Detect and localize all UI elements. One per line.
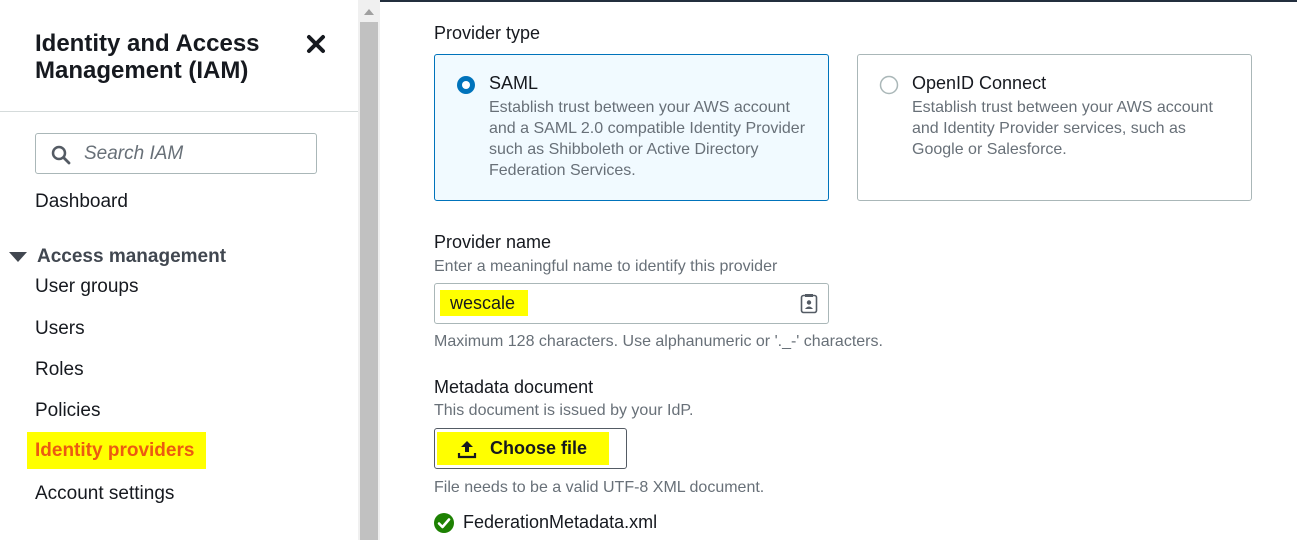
provider-name-value: wescale (450, 293, 516, 313)
provider-name-input[interactable]: wescale (434, 283, 829, 324)
uploaded-file: FederationMetadata.xml (434, 512, 657, 533)
contact-card-icon[interactable] (800, 294, 818, 314)
access-management-section-toggle[interactable]: Access management (8, 246, 226, 268)
metadata-description: This document is issued by your IdP. (434, 402, 694, 419)
section-label: Access management (37, 246, 227, 267)
radio-card-openid-connect[interactable]: OpenID Connect Establish trust between y… (857, 54, 1252, 201)
sidebar-item-policies[interactable]: Policies (35, 400, 100, 422)
provider-name-label: Provider name (434, 232, 552, 252)
upload-icon (457, 441, 477, 459)
provider-name-constraint: Maximum 128 characters. Use alphanumeric… (434, 333, 883, 350)
check-circle-icon (434, 512, 454, 533)
file-name: FederationMetadata.xml (463, 512, 658, 532)
radio-card-saml[interactable]: SAML Establish trust between your AWS ac… (434, 54, 829, 201)
radio-selected-icon[interactable] (456, 75, 476, 95)
sidebar-item-account-settings[interactable]: Account settings (35, 483, 174, 505)
choose-file-label: Choose file (490, 438, 588, 458)
radio-unselected-icon[interactable] (879, 75, 899, 95)
sidebar-divider (0, 111, 358, 112)
search-box[interactable] (35, 133, 317, 174)
sidebar-item-identity-providers[interactable]: Identity providers (27, 432, 206, 469)
scroll-up-arrow-icon[interactable] (364, 8, 374, 15)
sidebar-item-roles[interactable]: Roles (35, 359, 84, 381)
choose-file-button[interactable]: Choose file (434, 428, 627, 469)
metadata-constraint: File needs to be a valid UTF-8 XML docum… (434, 479, 765, 496)
iam-create-identity-provider-page: Identity and Access Management (IAM) Das… (0, 0, 1297, 540)
provider-name-description: Enter a meaningful name to identify this… (434, 258, 778, 275)
provider-type-label: Provider type (434, 23, 541, 43)
scrollbar-thumb[interactable] (360, 22, 378, 540)
sidebar-title: Identity and Access Management (IAM) (35, 30, 260, 84)
search-input[interactable] (84, 140, 309, 168)
metadata-label: Metadata document (434, 377, 594, 397)
sidebar-item-dashboard[interactable]: Dashboard (35, 191, 128, 213)
sidebar-item-users[interactable]: Users (35, 318, 85, 340)
radio-title: OpenID Connect (912, 73, 1047, 93)
radio-description: Establish trust between your AWS account… (489, 99, 806, 179)
radio-description: Establish trust between your AWS account… (912, 99, 1213, 158)
sidebar: Identity and Access Management (IAM) Das… (0, 0, 358, 540)
close-icon[interactable] (305, 33, 327, 55)
search-icon (51, 145, 71, 165)
sidebar-item-user-groups[interactable]: User groups (35, 276, 139, 298)
sidebar-scrollbar[interactable] (358, 0, 380, 540)
sidebar-item-label: Identity providers (35, 440, 195, 461)
caret-down-icon (9, 252, 27, 262)
header-border (380, 0, 1297, 2)
radio-title: SAML (489, 73, 539, 93)
